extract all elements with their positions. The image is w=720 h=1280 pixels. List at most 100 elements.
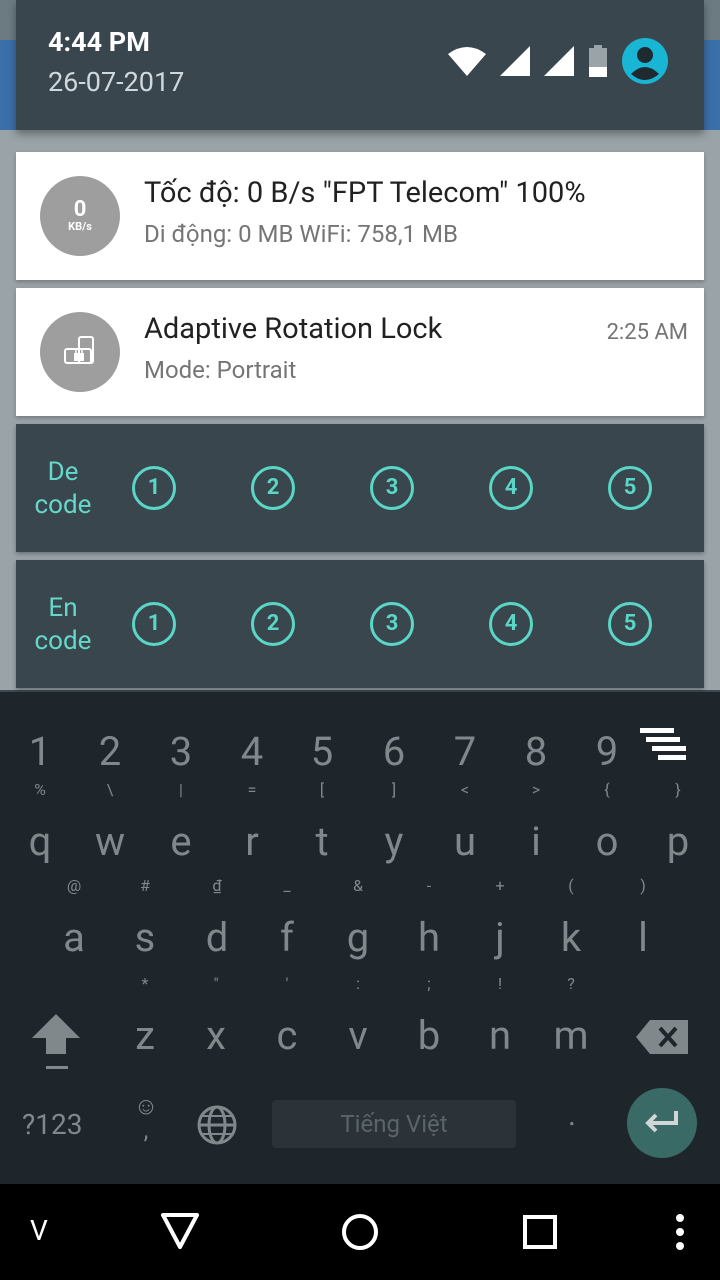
key-label: d (205, 914, 229, 961)
encode-label-line1: En (48, 593, 78, 623)
key-label: t (315, 818, 329, 865)
key-z[interactable]: * z (109, 974, 181, 1059)
decode-button-4[interactable]: 4 (489, 466, 533, 510)
key-o[interactable]: {o (571, 780, 643, 865)
hint: ? (567, 974, 575, 993)
network-speed-notification[interactable]: 0 KB/s Tốc độ: 0 B/s "FPT Telecom" 100% … (16, 152, 704, 280)
key-2[interactable]: 2 (74, 728, 146, 775)
hint: } (675, 780, 681, 799)
key-h[interactable]: -h (393, 876, 465, 961)
key-n[interactable]: ! n (464, 974, 536, 1059)
encode-button-4[interactable]: 4 (489, 602, 533, 646)
encode-button-3[interactable]: 3 (370, 602, 414, 646)
nav-hide-keyboard-button[interactable]: V (30, 1214, 48, 1247)
key-label: q (28, 818, 52, 865)
key-v[interactable]: :v (322, 974, 394, 1059)
hint: [ (319, 780, 325, 799)
encode-button-5[interactable]: 5 (608, 602, 652, 646)
key-c[interactable]: ' c (251, 974, 323, 1059)
key-u[interactable]: < u (429, 780, 501, 865)
key-label: u (453, 818, 477, 865)
hint: : (356, 974, 360, 993)
hint: ' (285, 974, 289, 993)
quick-settings-header[interactable]: 4:44 PM 26-07-2017 (16, 0, 704, 130)
hint: & (353, 876, 363, 895)
key-s[interactable]: # s (109, 876, 181, 961)
notification-title: Adaptive Rotation Lock (144, 312, 443, 346)
keyboard-menu-icon[interactable] (638, 728, 688, 762)
signal-icon-sim2 (544, 46, 574, 76)
key-i[interactable]: > i (500, 780, 572, 865)
notification-time: 2:25 AM (606, 320, 688, 345)
key-label: l (638, 914, 648, 961)
hint: " (213, 974, 219, 993)
user-avatar-icon[interactable] (622, 38, 668, 84)
key-p[interactable]: } p (642, 780, 714, 865)
encode-button-1[interactable]: 1 (132, 602, 176, 646)
decode-label-line1: De (47, 457, 79, 487)
wifi-icon (448, 47, 486, 76)
key-1[interactable]: 1 (4, 728, 76, 775)
hint: _ (283, 876, 291, 895)
decode-label-line2: code (34, 490, 92, 520)
hint: ) (640, 876, 646, 895)
recent-apps-icon[interactable] (522, 1214, 558, 1250)
speed-value: 0 (73, 196, 87, 222)
key-label: x (206, 1012, 226, 1059)
key-label: a (63, 914, 85, 961)
key-label: w (94, 818, 126, 865)
key-8[interactable]: 8 (500, 728, 572, 775)
key-t[interactable]: [t (286, 780, 358, 865)
key-label: y (384, 818, 404, 865)
decode-label: De code (16, 456, 110, 522)
key-label: b (417, 1012, 441, 1059)
key-label: c (276, 1012, 298, 1059)
key-j[interactable]: + j (464, 876, 536, 961)
key-w[interactable]: \ w (74, 780, 146, 865)
key-a[interactable]: @ a (38, 876, 110, 961)
key-f[interactable]: _ f (251, 876, 323, 961)
hint: ( (568, 876, 574, 895)
key-6[interactable]: 6 (358, 728, 430, 775)
key-y[interactable]: ] y (358, 780, 430, 865)
key-x[interactable]: " x (180, 974, 252, 1059)
key-q[interactable]: % q (4, 780, 76, 865)
backspace-icon[interactable] (636, 1020, 688, 1054)
emoji-comma-key[interactable]: ☺ , (128, 1094, 164, 1142)
key-r[interactable]: = r (216, 780, 288, 865)
key-9[interactable]: 9 (571, 728, 643, 775)
symbols-key[interactable]: ?123 (22, 1108, 82, 1141)
enter-icon (645, 1111, 678, 1133)
home-icon[interactable] (340, 1212, 380, 1252)
key-4[interactable]: 4 (216, 728, 288, 775)
key-b[interactable]: ; b (393, 974, 465, 1059)
rotation-lock-notification[interactable]: Adaptive Rotation Lock Mode: Portrait 2:… (16, 288, 704, 416)
hint: ] (391, 780, 397, 799)
key-l[interactable]: ) l (607, 876, 679, 961)
key-3[interactable]: 3 (145, 728, 217, 775)
encode-button-2[interactable]: 2 (251, 602, 295, 646)
key-5[interactable]: 5 (286, 728, 358, 775)
key-m[interactable]: ? m (535, 974, 607, 1059)
key-e[interactable]: | e (145, 780, 217, 865)
decode-button-2[interactable]: 2 (251, 466, 295, 510)
key-7[interactable]: 7 (429, 728, 501, 775)
date: 26-07-2017 (48, 66, 185, 98)
back-icon[interactable] (160, 1212, 200, 1250)
overflow-menu-icon[interactable] (672, 1212, 688, 1252)
enter-key[interactable] (627, 1088, 697, 1158)
decode-button-1[interactable]: 1 (132, 466, 176, 510)
notification-subtitle: Di động: 0 MB WiFi: 758,1 MB (144, 220, 458, 248)
globe-icon[interactable] (196, 1104, 238, 1146)
shift-icon[interactable] (30, 1014, 82, 1070)
key-g[interactable]: & g (322, 876, 394, 961)
key-label: o (595, 818, 619, 865)
key-k[interactable]: (k (535, 876, 607, 961)
decode-button-3[interactable]: 3 (370, 466, 414, 510)
decode-notification: De code 1 2 3 4 5 (16, 424, 704, 552)
space-key[interactable]: Tiếng Việt (272, 1100, 516, 1148)
hint: = (247, 780, 257, 799)
period-key[interactable]: . (556, 1098, 588, 1133)
decode-button-5[interactable]: 5 (608, 466, 652, 510)
key-d[interactable]: ₫ d (181, 876, 253, 961)
